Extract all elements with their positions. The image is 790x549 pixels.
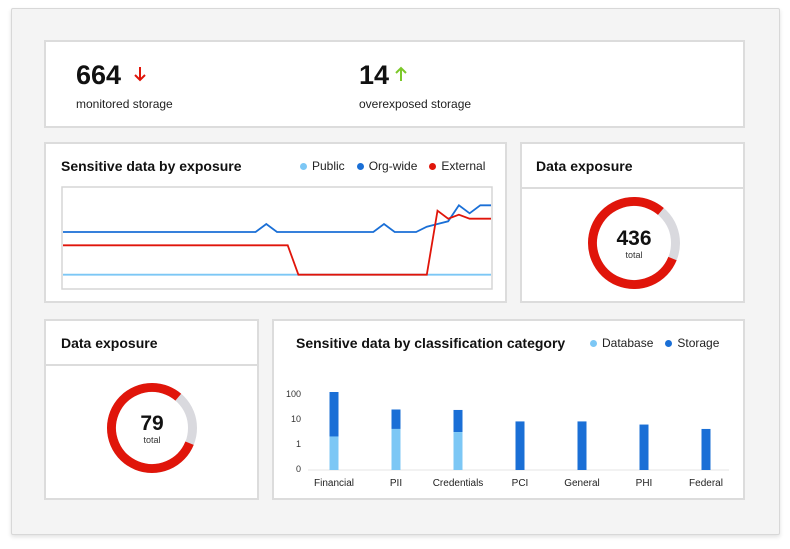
bar-database-credentials [453, 432, 463, 470]
bar-storage-financial [329, 392, 339, 437]
y-tick-label: 0 [296, 464, 301, 474]
divider [522, 187, 743, 189]
bar-legend: Database Storage [590, 336, 719, 350]
x-tick-label: Financial [314, 478, 354, 489]
bar-storage-general [577, 421, 587, 470]
exposure-line-card: Sensitive data by exposure Public Org-wi… [44, 142, 507, 303]
legend-database[interactable]: Database [590, 336, 653, 350]
donut-right-value: 436 [616, 227, 652, 250]
legend-public[interactable]: Public [300, 159, 345, 173]
y-tick-label: 100 [286, 389, 301, 399]
donut-right-label: total [625, 250, 643, 260]
bar-storage-pii [391, 409, 401, 429]
data-exposure-card-right: Data exposure 436 total [520, 142, 745, 303]
bar-storage-credentials [453, 409, 463, 433]
donut-left-value: 79 [140, 412, 164, 435]
bar-storage-pci [515, 421, 525, 470]
bar-card-title: Sensitive data by classification categor… [296, 335, 566, 351]
bar-storage-phi [639, 424, 649, 470]
summary-card: 664 monitored storage 14 overexposed sto… [44, 40, 745, 128]
divider [46, 364, 257, 366]
donut-left-label: total [143, 435, 161, 445]
x-tick-label: PII [390, 478, 402, 489]
legend-storage[interactable]: Storage [665, 336, 719, 350]
donut-right-title: Data exposure [536, 158, 633, 174]
arrow-down-icon [134, 66, 146, 87]
exposure-line-chart [61, 186, 493, 290]
x-tick-label: PHI [636, 478, 653, 489]
data-exposure-card-left: Data exposure 79 total [44, 319, 259, 500]
line-legend: Public Org-wide External [300, 159, 485, 173]
bar-storage-federal [701, 428, 711, 470]
x-tick-label: General [564, 478, 600, 489]
y-tick-label: 1 [296, 439, 301, 449]
classification-bar-card: Sensitive data by classification categor… [272, 319, 745, 500]
bar-database-financial [329, 436, 339, 470]
overexposed-storage-count: 14 [359, 60, 390, 90]
donut-left-title: Data exposure [61, 335, 158, 351]
overexposed-storage-label: overexposed storage [359, 97, 472, 111]
monitored-storage-label: monitored storage [76, 97, 173, 111]
monitored-storage-count: 664 [76, 60, 122, 90]
classification-bar-chart: 1001010Financial PII Credentials PCI General… [286, 389, 729, 489]
line-card-title: Sensitive data by exposure [61, 158, 242, 174]
arrow-up-icon [395, 66, 407, 87]
x-tick-label: PCI [512, 478, 529, 489]
legend-external[interactable]: External [429, 159, 485, 173]
y-tick-label: 10 [291, 414, 301, 424]
legend-org-wide[interactable]: Org-wide [356, 159, 417, 173]
x-tick-label: Credentials [433, 478, 484, 489]
x-tick-label: Federal [689, 478, 723, 489]
bar-database-pii [391, 428, 401, 470]
